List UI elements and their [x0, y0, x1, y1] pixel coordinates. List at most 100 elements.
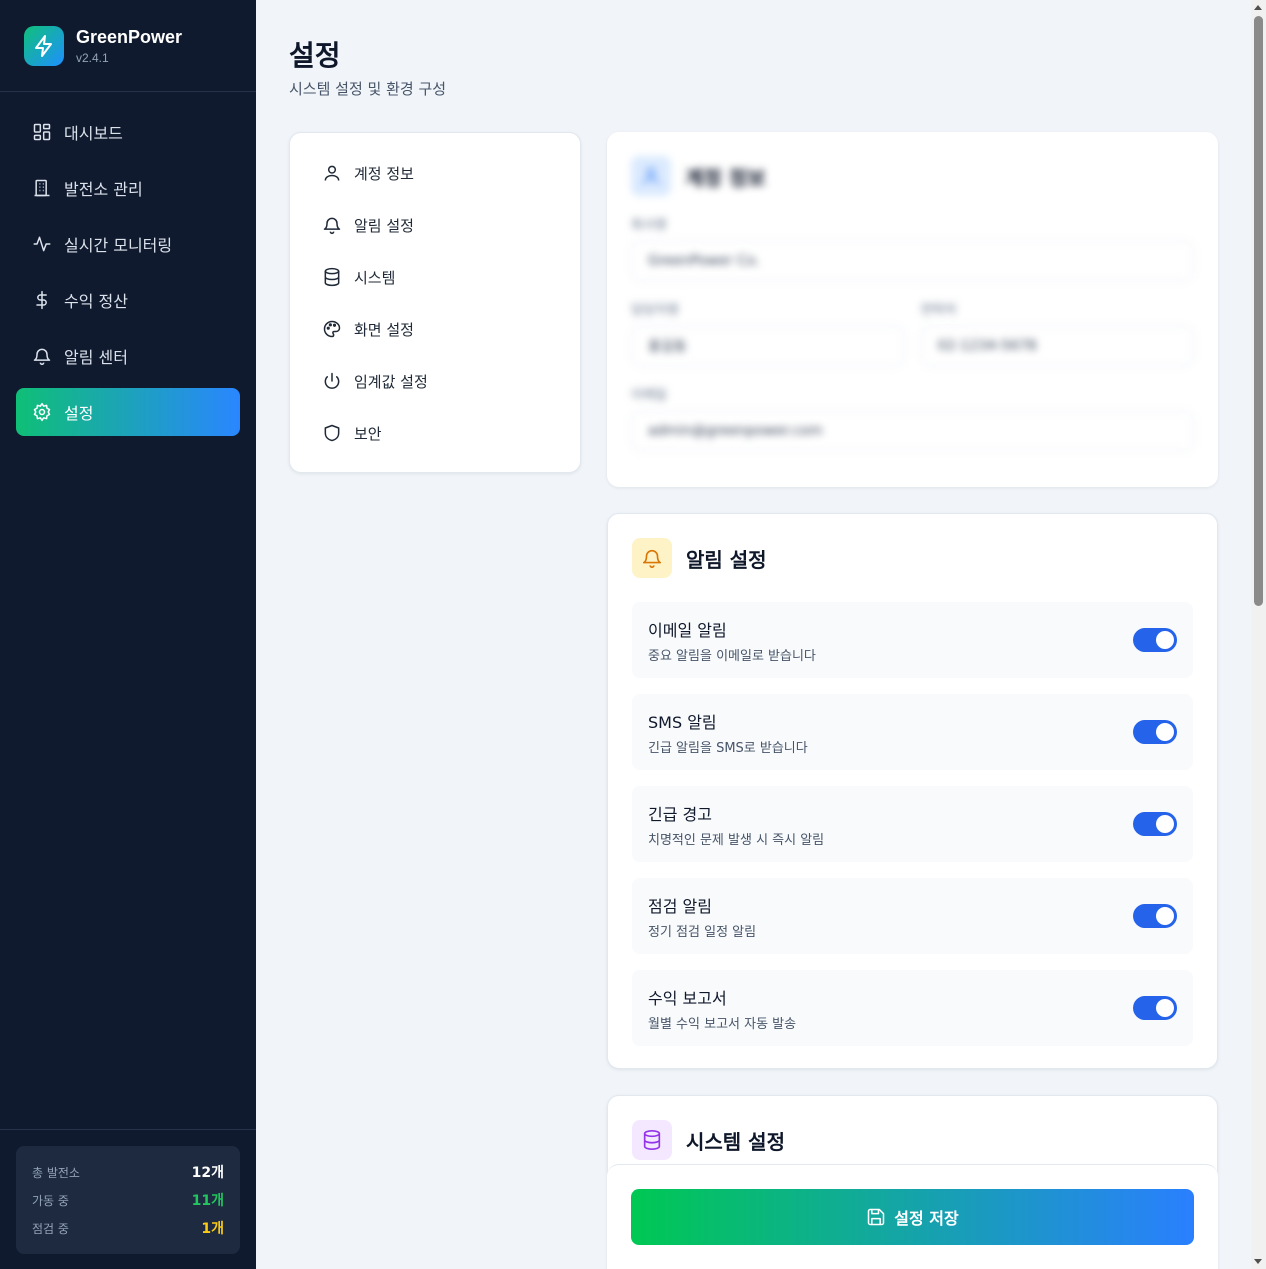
page-subtitle: 시스템 설정 및 환경 구성 — [289, 80, 447, 98]
notification-setting-revenue-report: 수익 보고서 월별 수익 보고서 자동 발송 — [632, 970, 1193, 1046]
manager-label: 담당자명 — [631, 303, 679, 318]
bell-icon — [632, 538, 672, 578]
building-icon — [34, 179, 50, 197]
sidebar-nav: 대시보드 발전소 관리 실시간 모니터링 수익 정산 알림 센터 설정 — [0, 92, 256, 460]
stat-value: 12개 — [191, 1165, 224, 1181]
system-card-title: 시스템 설정 — [686, 1129, 785, 1154]
phone-label: 연락처 — [920, 303, 957, 318]
stat-value: 11개 — [191, 1193, 224, 1209]
phone-field[interactable]: 02-1234-5678 — [920, 326, 1194, 366]
account-card: 계정 정보 회사명 GreenPower Co. 담당자명 홍길동 연락처 02… — [607, 132, 1218, 487]
setting-description: 정기 점검 일정 알림 — [648, 924, 757, 940]
settings-nav-display[interactable]: 화면 설정 — [306, 303, 564, 355]
revenue-report-toggle[interactable] — [1133, 996, 1177, 1020]
brand-name: GreenPower — [76, 26, 183, 47]
sidebar-item-label: 알림 센터 — [64, 348, 128, 367]
sidebar-item-plants[interactable]: 발전소 관리 — [16, 164, 240, 212]
stat-label: 점검 중 — [32, 1221, 69, 1236]
settings-nav-threshold[interactable]: 임계값 설정 — [306, 355, 564, 407]
user-icon — [631, 156, 671, 196]
stats-footer: 총 발전소 12개 가동 중 11개 점검 중 1개 — [0, 1129, 256, 1269]
palette-icon — [323, 320, 341, 338]
brand: GreenPower v2.4.1 — [0, 0, 256, 92]
settings-nav-label: 계정 정보 — [354, 164, 414, 183]
scrollbar-thumb[interactable] — [1254, 16, 1263, 606]
page-scrollbar[interactable] — [1251, 0, 1266, 1269]
stat-maintenance: 점검 중 1개 — [32, 1214, 224, 1242]
company-label: 회사명 — [631, 218, 667, 233]
dashboard-icon — [33, 123, 51, 141]
user-icon — [324, 165, 340, 181]
brand-version: v2.4.1 — [76, 50, 109, 65]
page-title: 설정 — [289, 39, 341, 72]
save-settings-button[interactable]: 설정 저장 — [631, 1189, 1194, 1245]
stat-value: 1개 — [201, 1221, 224, 1237]
power-icon — [324, 372, 340, 389]
setting-title: 이메일 알림 — [648, 620, 727, 640]
setting-description: 중요 알림을 이메일로 받습니다 — [648, 648, 816, 664]
setting-title: 수익 보고서 — [648, 988, 727, 1008]
maintenance-alert-toggle[interactable] — [1133, 904, 1177, 928]
shield-icon — [324, 424, 340, 442]
settings-nav-label: 화면 설정 — [354, 320, 414, 339]
save-icon — [868, 1208, 885, 1226]
stats-summary: 총 발전소 12개 가동 중 11개 점검 중 1개 — [16, 1146, 240, 1254]
setting-title: SMS 알림 — [648, 712, 717, 732]
critical-alert-toggle[interactable] — [1133, 812, 1177, 836]
sidebar-item-label: 실시간 모니터링 — [64, 236, 173, 255]
setting-title: 점검 알림 — [648, 896, 712, 916]
settings-nav-label: 임계값 설정 — [354, 372, 428, 391]
scroll-down-arrow-icon[interactable] — [1254, 1259, 1262, 1264]
save-button-label: 설정 저장 — [894, 1209, 959, 1228]
sidebar-item-revenue[interactable]: 수익 정산 — [16, 276, 240, 324]
sidebar-item-label: 설정 — [64, 404, 94, 423]
settings-nav: 계정 정보 알림 설정 시스템 화면 설정 임계값 설정 보안 — [289, 132, 581, 473]
sidebar-item-alerts[interactable]: 알림 센터 — [16, 332, 240, 380]
stat-label: 가동 중 — [32, 1193, 69, 1208]
notification-setting-sms: SMS 알림 긴급 알림을 SMS로 받습니다 — [632, 694, 1193, 770]
stat-running: 가동 중 11개 — [32, 1186, 224, 1214]
setting-description: 치명적인 문제 발생 시 즉시 알림 — [648, 832, 825, 848]
notification-setting-critical: 긴급 경고 치명적인 문제 발생 시 즉시 알림 — [632, 786, 1193, 862]
settings-nav-notifications[interactable]: 알림 설정 — [306, 199, 564, 251]
email-alert-toggle[interactable] — [1133, 628, 1177, 652]
sidebar: GreenPower v2.4.1 대시보드 발전소 관리 실시간 모니터링 수… — [0, 0, 256, 1269]
notifications-card-title: 알림 설정 — [686, 547, 767, 572]
activity-icon — [33, 236, 51, 252]
bell-icon — [33, 348, 51, 366]
database-icon — [632, 1120, 672, 1160]
settings-nav-label: 시스템 — [354, 268, 396, 287]
notification-setting-email: 이메일 알림 중요 알림을 이메일로 받습니다 — [632, 602, 1193, 678]
email-label: 이메일 — [631, 388, 667, 403]
settings-nav-account[interactable]: 계정 정보 — [306, 147, 564, 199]
settings-nav-security[interactable]: 보안 — [306, 407, 564, 459]
sidebar-item-label: 수익 정산 — [64, 292, 128, 311]
bolt-icon — [24, 25, 64, 66]
setting-title: 긴급 경고 — [648, 804, 712, 824]
stat-total: 총 발전소 12개 — [32, 1158, 224, 1186]
stat-label: 총 발전소 — [32, 1165, 80, 1180]
notification-setting-maintenance: 점검 알림 정기 점검 일정 알림 — [632, 878, 1193, 954]
scroll-up-arrow-icon[interactable] — [1254, 5, 1262, 10]
notifications-card: 알림 설정 이메일 알림 중요 알림을 이메일로 받습니다 SMS 알림 긴급 … — [607, 513, 1218, 1069]
sms-alert-toggle[interactable] — [1133, 720, 1177, 744]
bell-icon — [323, 217, 341, 235]
setting-description: 월별 수익 보고서 자동 발송 — [648, 1016, 797, 1032]
company-field[interactable]: GreenPower Co. — [631, 241, 1194, 281]
email-field[interactable]: admin@greenpower.com — [631, 411, 1194, 451]
manager-field[interactable]: 홍길동 — [631, 326, 905, 366]
save-bar: 설정 저장 — [607, 1164, 1218, 1269]
database-icon — [324, 267, 340, 287]
dollar-icon — [36, 290, 47, 310]
settings-nav-label: 보안 — [354, 424, 382, 443]
gear-icon — [33, 402, 51, 422]
sidebar-item-label: 발전소 관리 — [64, 180, 143, 199]
sidebar-item-settings[interactable]: 설정 — [16, 388, 240, 436]
settings-nav-label: 알림 설정 — [354, 216, 414, 235]
sidebar-item-label: 대시보드 — [64, 124, 123, 143]
setting-description: 긴급 알림을 SMS로 받습니다 — [648, 740, 808, 756]
sidebar-item-dashboard[interactable]: 대시보드 — [16, 108, 240, 156]
settings-nav-system[interactable]: 시스템 — [306, 251, 564, 303]
account-card-title: 계정 정보 — [685, 165, 766, 190]
sidebar-item-monitoring[interactable]: 실시간 모니터링 — [16, 220, 240, 268]
